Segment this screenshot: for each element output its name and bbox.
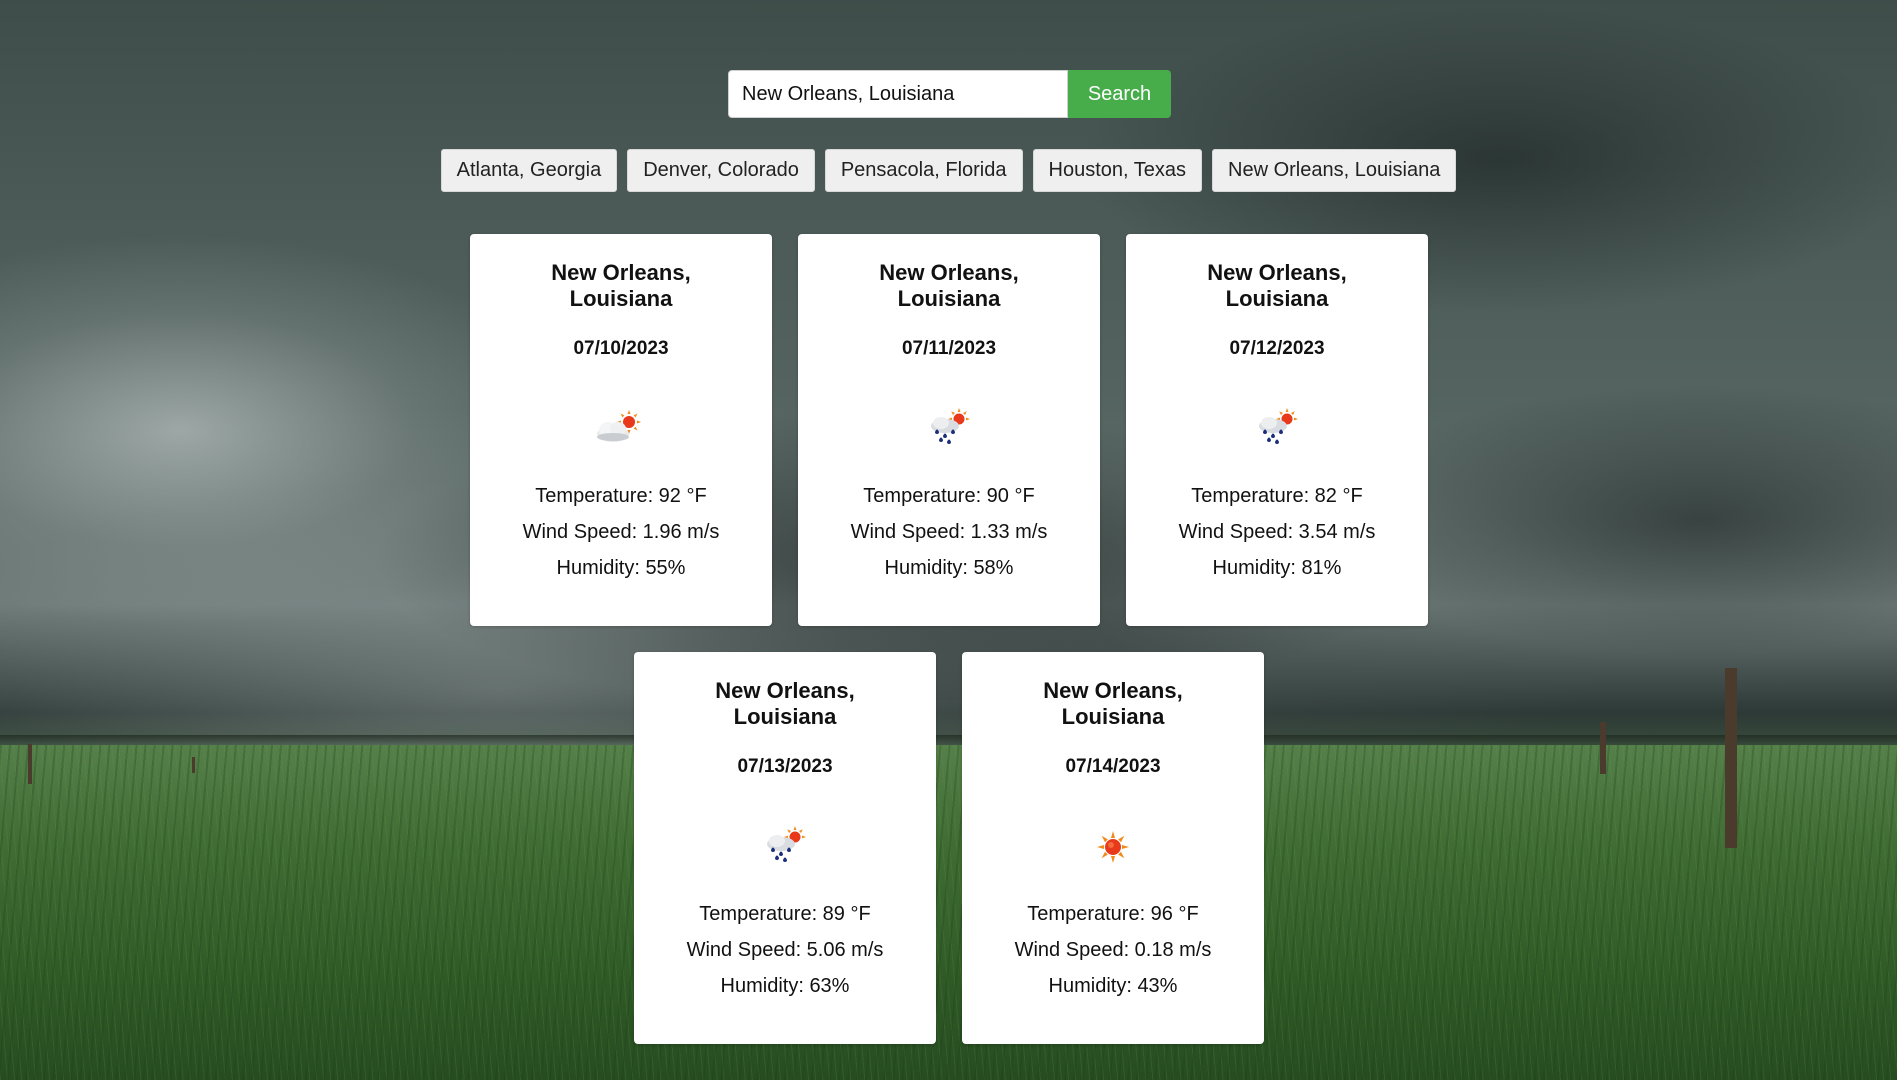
card-temperature: Temperature: 96 °F [1027,903,1199,925]
card-city: New Orleans, Louisiana [879,260,1019,311]
fence-post [1600,722,1606,774]
fence-post [1725,668,1737,848]
card-wind-speed: Wind Speed: 0.18 m/s [1014,939,1212,961]
card-humidity: Humidity: 43% [1048,975,1178,997]
card-temperature: Temperature: 90 °F [863,485,1035,507]
forecast-card: New Orleans, Louisiana 07/11/2023 Temper… [798,234,1100,626]
sun-icon [1097,831,1129,863]
card-wind-speed: Wind Speed: 1.96 m/s [522,521,720,543]
rain-sun-icon [1259,408,1298,444]
card-humidity: Humidity: 63% [720,975,850,997]
fence-post [192,757,195,773]
forecast-card: New Orleans, Louisiana 07/10/2023 Temper… [470,234,772,626]
card-date: 07/14/2023 [1065,756,1161,777]
search-input[interactable] [728,70,1068,118]
forecast-card: New Orleans, Louisiana 07/12/2023 Temper… [1126,234,1428,626]
search-history: Atlanta, Georgia Denver, Colorado Pensac… [0,149,1897,192]
rain-sun-icon [767,826,806,862]
history-button-new-orleans[interactable]: New Orleans, Louisiana [1212,149,1457,192]
card-city: New Orleans, Louisiana [551,260,691,311]
card-city: New Orleans, Louisiana [1207,260,1347,311]
card-wind-speed: Wind Speed: 5.06 m/s [686,939,884,961]
rain-sun-icon [931,408,970,444]
card-date: 07/12/2023 [1229,338,1325,359]
card-wind-speed: Wind Speed: 3.54 m/s [1178,521,1376,543]
history-button-pensacola[interactable]: Pensacola, Florida [824,149,1023,192]
history-button-houston[interactable]: Houston, Texas [1032,149,1202,192]
card-humidity: Humidity: 81% [1212,557,1342,579]
card-temperature: Temperature: 82 °F [1191,485,1363,507]
card-wind-speed: Wind Speed: 1.33 m/s [850,521,1048,543]
card-date: 07/10/2023 [573,338,669,359]
card-city: New Orleans, Louisiana [1043,678,1183,729]
card-date: 07/13/2023 [737,756,833,777]
partly-cloudy-sun-icon [597,410,641,442]
card-date: 07/11/2023 [901,338,997,359]
history-button-atlanta[interactable]: Atlanta, Georgia [440,149,618,192]
history-button-denver[interactable]: Denver, Colorado [627,149,815,192]
card-humidity: Humidity: 55% [556,557,686,579]
card-city: New Orleans, Louisiana [715,678,855,729]
card-temperature: Temperature: 92 °F [535,485,707,507]
card-humidity: Humidity: 58% [884,557,1014,579]
search-bar: Search [728,70,1171,118]
forecast-cards: New Orleans, Louisiana 07/10/2023 Temper… [308,234,1590,1044]
search-button[interactable]: Search [1068,70,1171,118]
fence-post [28,744,32,784]
forecast-card: New Orleans, Louisiana 07/14/2023 Temper… [962,652,1264,1044]
forecast-card: New Orleans, Louisiana 07/13/2023 Temper… [634,652,936,1044]
card-temperature: Temperature: 89 °F [699,903,871,925]
